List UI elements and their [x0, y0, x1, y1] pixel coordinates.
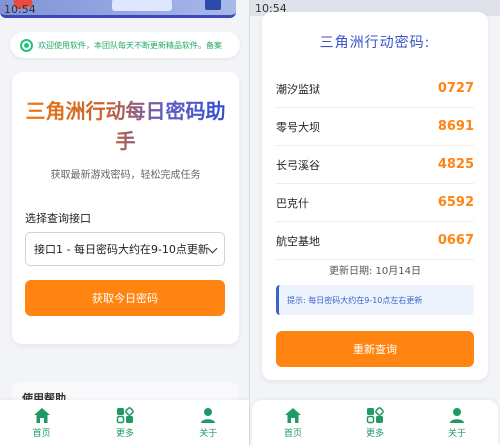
main-card: 三角洲行动每日密码助手 获取最新游戏密码，轻松完成任务 选择查询接口 接口1 -…	[12, 72, 239, 344]
more-icon	[116, 406, 134, 423]
bottom-nav: 首页 更多 关于	[252, 400, 498, 445]
tip-box: 提示: 每日密码大约在9-10点左右更新	[276, 285, 474, 315]
notice-bar[interactable]: 欢迎使用软件，本团队每天不断更新精品软件。备案	[10, 32, 240, 58]
nav-item-home[interactable]: 首页	[17, 407, 67, 439]
home-icon	[285, 407, 301, 423]
nav-item-home[interactable]: 首页	[268, 407, 318, 439]
status-time: 10:54	[255, 2, 287, 15]
nav-item-more[interactable]: 更多	[100, 406, 150, 439]
result-row: 潮汐监狱 0727	[276, 70, 474, 108]
map-name: 航空基地	[276, 234, 320, 248]
map-name: 长弓溪谷	[276, 158, 320, 172]
more-icon	[366, 406, 384, 423]
about-icon	[201, 407, 216, 423]
update-date: 更新日期: 10月14日	[329, 266, 421, 277]
password-code[interactable]: 6592	[438, 195, 474, 210]
nav-label: 首页	[32, 428, 51, 439]
nav-item-about[interactable]: 关于	[183, 407, 233, 439]
bottom-nav: 首页 更多 关于	[0, 400, 250, 445]
status-time: 10:54	[4, 3, 36, 16]
page-title: 三角洲行动每日密码助手	[22, 96, 229, 156]
nav-item-about[interactable]: 关于	[432, 407, 482, 439]
result-row: 巴克什 6592	[276, 184, 474, 222]
banner-decoration	[112, 0, 172, 11]
api-select[interactable]: 接口1 - 每日密码大约在9-10点更新	[25, 232, 225, 266]
password-code[interactable]: 0727	[438, 81, 474, 96]
result-row: 零号大坝 8691	[276, 108, 474, 146]
result-row: 长弓溪谷 4825	[276, 146, 474, 184]
nav-label: 更多	[365, 428, 384, 439]
left-screen: 10:54 欢迎使用软件，本团队每天不断更新精品软件。备案 三角洲行动每日密码助…	[0, 0, 250, 445]
result-card: 三角洲行动密码: 潮汐监狱 0727 零号大坝 8691 长弓溪谷 4825 巴…	[262, 12, 488, 380]
home-icon	[33, 407, 50, 423]
right-screen: 10:54 三角洲行动密码: 潮汐监狱 0727 零号大坝 8691 长弓溪谷 …	[250, 0, 500, 445]
notice-icon	[20, 38, 33, 52]
map-name: 潮汐监狱	[276, 82, 320, 96]
password-code[interactable]: 0667	[438, 233, 474, 248]
banner-decoration	[205, 0, 221, 10]
refresh-button[interactable]: 重新查询	[276, 331, 474, 367]
get-password-button[interactable]: 获取今日密码	[25, 280, 225, 316]
map-name: 零号大坝	[276, 120, 320, 134]
result-row: 航空基地 0667	[276, 222, 474, 260]
password-code[interactable]: 4825	[438, 157, 474, 172]
nav-label: 关于	[447, 428, 466, 439]
select-label: 选择查询接口	[25, 212, 91, 225]
nav-item-more[interactable]: 更多	[350, 406, 400, 439]
nav-label: 关于	[199, 428, 218, 439]
map-name: 巴克什	[276, 196, 309, 210]
result-title: 三角洲行动密码:	[319, 35, 431, 51]
select-value: 接口1 - 每日密码大约在9-10点更新	[34, 243, 209, 256]
about-icon	[450, 407, 464, 423]
page-subtitle: 获取最新游戏密码，轻松完成任务	[50, 170, 201, 181]
notice-text: 欢迎使用软件，本团队每天不断更新精品软件。备案	[38, 40, 222, 50]
password-code[interactable]: 8691	[438, 119, 474, 134]
nav-label: 首页	[283, 428, 302, 439]
nav-label: 更多	[115, 428, 134, 439]
